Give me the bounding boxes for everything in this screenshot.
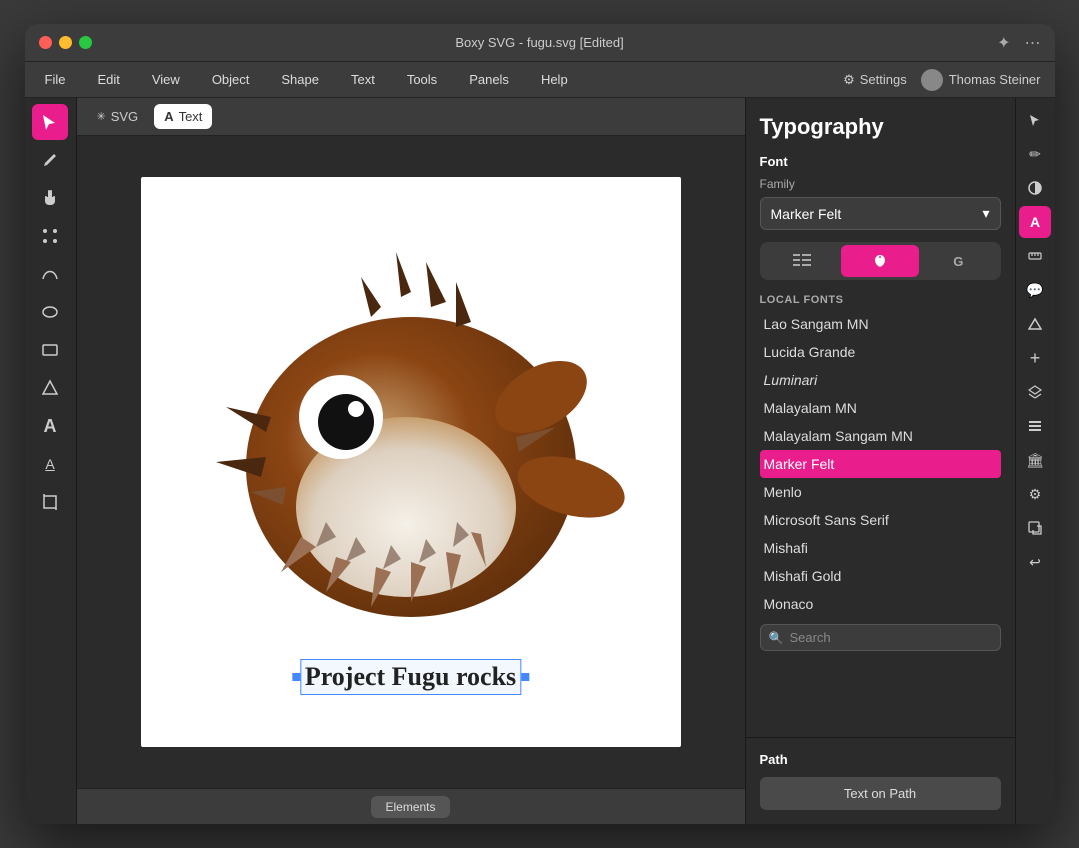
font-item-lucida[interactable]: Lucida Grande: [760, 338, 1001, 366]
triangle-tool[interactable]: [32, 370, 68, 406]
rtool-undo[interactable]: ↩: [1019, 546, 1051, 578]
font-search-box[interactable]: 🔍: [760, 624, 1001, 651]
search-icon: 🔍: [769, 631, 784, 645]
font-tabs: G: [760, 242, 1001, 280]
menu-text[interactable]: Text: [345, 68, 381, 91]
titlebar-right: ✦ ⋯: [997, 33, 1040, 53]
tab-svg[interactable]: ✳ SVG: [87, 104, 149, 129]
settings-icon: ⚙: [843, 72, 855, 88]
canvas[interactable]: Project Fugu rocks: [141, 177, 681, 747]
font-item-menlo[interactable]: Menlo: [760, 478, 1001, 506]
handle-left[interactable]: [292, 673, 300, 681]
menu-file[interactable]: File: [39, 68, 72, 91]
text-selection[interactable]: Project Fugu rocks: [292, 659, 529, 695]
family-label: Family: [760, 177, 1001, 191]
font-tab-apple[interactable]: [841, 245, 919, 277]
font-list: Lao Sangam MN Lucida Grande Luminari Mal…: [760, 310, 1001, 618]
font-section-label: Font: [760, 154, 1001, 169]
rtool-gear[interactable]: ⚙: [1019, 478, 1051, 510]
tab-text[interactable]: A Text: [154, 104, 212, 129]
menu-tools[interactable]: Tools: [401, 68, 443, 91]
menu-help[interactable]: Help: [535, 68, 574, 91]
menu-view[interactable]: View: [146, 68, 186, 91]
rtool-contrast[interactable]: [1019, 172, 1051, 204]
font-item-mishafi-gold[interactable]: Mishafi Gold: [760, 562, 1001, 590]
rtool-typography[interactable]: A: [1019, 206, 1051, 238]
font-item-marker-felt[interactable]: Marker Felt: [760, 450, 1001, 478]
text-tab-icon: A: [164, 109, 173, 124]
rtool-ruler[interactable]: [1019, 240, 1051, 272]
menu-panels[interactable]: Panels: [463, 68, 515, 91]
rtool-pencil[interactable]: ✏: [1019, 138, 1051, 170]
ellipse-tool[interactable]: [32, 294, 68, 330]
rtool-building[interactable]: 🏛: [1019, 444, 1051, 476]
canvas-text[interactable]: Project Fugu rocks: [300, 659, 521, 695]
rtool-layers[interactable]: [1019, 376, 1051, 408]
rtool-list[interactable]: [1019, 410, 1051, 442]
menu-object[interactable]: Object: [206, 68, 256, 91]
chevron-down-icon: ▾: [982, 205, 989, 222]
font-family-select[interactable]: Marker Felt ▾: [760, 197, 1001, 230]
main-content: A A ✳ SVG A Text: [25, 98, 1055, 824]
bezier-tool[interactable]: [32, 256, 68, 292]
font-item-mishafi[interactable]: Mishafi: [760, 534, 1001, 562]
menubar-right: ⚙ Settings Thomas Steiner: [843, 69, 1040, 91]
canvas-bottom: Elements: [77, 788, 745, 824]
extensions-icon[interactable]: ✦: [997, 33, 1010, 53]
text-tool[interactable]: A: [32, 408, 68, 444]
window-title: Boxy SVG - fugu.svg [Edited]: [455, 35, 623, 50]
settings-button[interactable]: ⚙ Settings: [843, 72, 907, 88]
minimize-button[interactable]: [59, 36, 72, 49]
menubar: File Edit View Object Shape Text Tools P…: [25, 62, 1055, 98]
left-toolbar: A A: [25, 98, 77, 824]
panel-title: Typography: [760, 114, 1001, 140]
close-button[interactable]: [39, 36, 52, 49]
path-section: Path Text on Path: [746, 737, 1015, 824]
rtool-triangle[interactable]: [1019, 308, 1051, 340]
fugu-illustration: [141, 177, 681, 717]
menu-shape[interactable]: Shape: [275, 68, 325, 91]
user-button[interactable]: Thomas Steiner: [921, 69, 1041, 91]
font-search-input[interactable]: [789, 630, 991, 645]
hand-tool[interactable]: [32, 180, 68, 216]
text-on-path-button[interactable]: Text on Path: [760, 777, 1001, 810]
titlebar: Boxy SVG - fugu.svg [Edited] ✦ ⋯: [25, 24, 1055, 62]
traffic-lights: [39, 36, 92, 49]
rect-tool[interactable]: [32, 332, 68, 368]
rtool-cursor[interactable]: [1019, 104, 1051, 136]
node-tool[interactable]: [32, 218, 68, 254]
tab-bar: ✳ SVG A Text: [77, 98, 745, 136]
svg-icon: ✳: [97, 110, 106, 123]
font-item-malayalam-sangam[interactable]: Malayalam Sangam MN: [760, 422, 1001, 450]
path-label: Path: [760, 752, 1001, 767]
right-icon-toolbar: ✏ A 💬 + 🏛 ⚙ ↩: [1015, 98, 1055, 824]
text-small-tool[interactable]: A: [32, 446, 68, 482]
rtool-export[interactable]: [1019, 512, 1051, 544]
font-tab-google[interactable]: G: [919, 245, 997, 277]
font-tab-list[interactable]: [763, 245, 841, 277]
right-panel: Typography Font Family Marker Felt ▾ G: [745, 98, 1015, 824]
user-avatar: [921, 69, 943, 91]
more-options-icon[interactable]: ⋯: [1025, 33, 1041, 53]
font-item-lao[interactable]: Lao Sangam MN: [760, 310, 1001, 338]
canvas-area: Project Fugu rocks: [77, 136, 745, 788]
font-item-monaco[interactable]: Monaco: [760, 590, 1001, 618]
elements-button[interactable]: Elements: [371, 796, 449, 818]
rtool-chat[interactable]: 💬: [1019, 274, 1051, 306]
local-fonts-label: LOCAL FONTS: [760, 290, 1001, 310]
font-item-luminari[interactable]: Luminari: [760, 366, 1001, 394]
handle-right[interactable]: [521, 673, 529, 681]
crop-tool[interactable]: [32, 484, 68, 520]
font-item-microsoft[interactable]: Microsoft Sans Serif: [760, 506, 1001, 534]
main-window: Boxy SVG - fugu.svg [Edited] ✦ ⋯ File Ed…: [25, 24, 1055, 824]
font-item-malayalam[interactable]: Malayalam MN: [760, 394, 1001, 422]
pen-tool[interactable]: [32, 142, 68, 178]
panel-content: Typography Font Family Marker Felt ▾ G: [746, 98, 1015, 737]
menu-edit[interactable]: Edit: [91, 68, 125, 91]
select-tool[interactable]: [32, 104, 68, 140]
fullscreen-button[interactable]: [79, 36, 92, 49]
rtool-plus[interactable]: +: [1019, 342, 1051, 374]
